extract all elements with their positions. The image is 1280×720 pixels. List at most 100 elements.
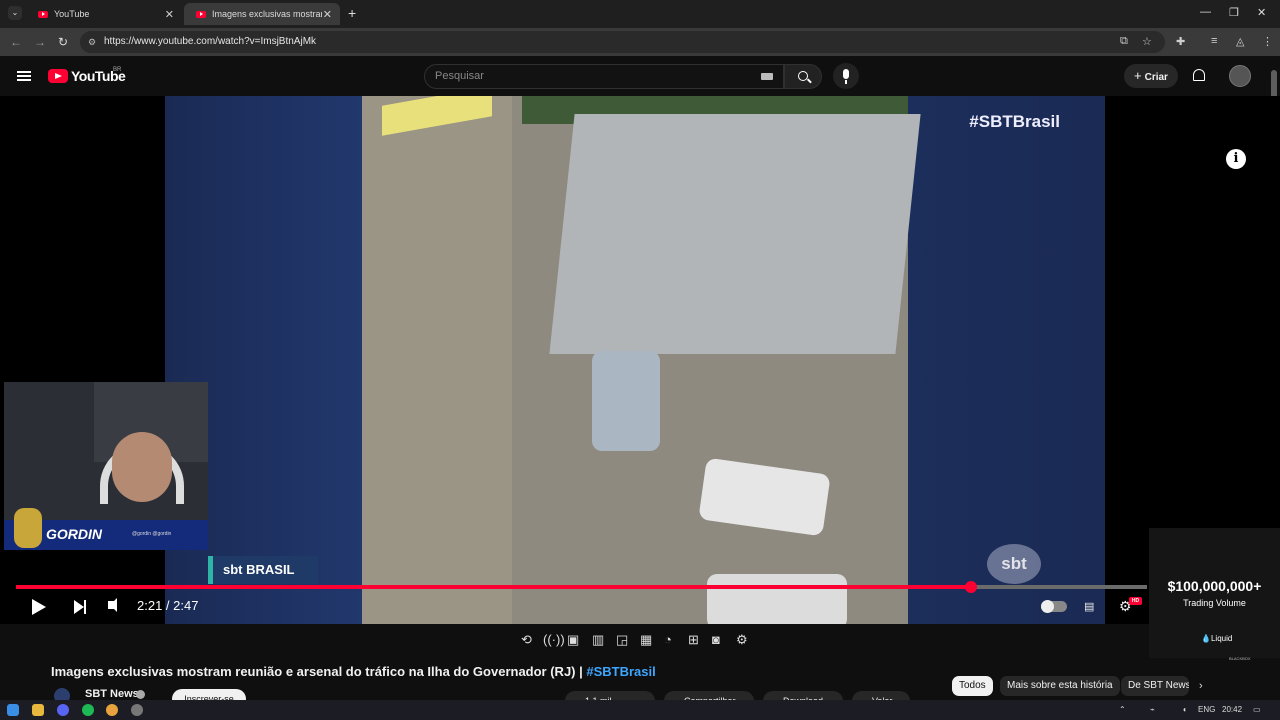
clock[interactable]: 20:42 [1222, 705, 1242, 714]
create-button[interactable]: + Criar [1124, 64, 1178, 88]
tab-video[interactable]: Imagens exclusivas mostram re ✕ [184, 3, 340, 25]
drop-icon: 💧 [1201, 634, 1211, 643]
hamburger-menu-icon[interactable] [17, 71, 31, 81]
keyboard-icon[interactable] [761, 73, 773, 80]
chrome-icon[interactable] [106, 704, 118, 716]
next-video-icon[interactable] [74, 600, 86, 614]
close-tab-icon[interactable]: ✕ [323, 8, 332, 21]
discord-icon[interactable] [57, 704, 69, 716]
subtitles-icon[interactable]: ▤ [1084, 600, 1094, 613]
forward-icon[interactable]: → [34, 35, 46, 49]
search-button[interactable] [784, 64, 822, 89]
spotify-icon[interactable] [82, 704, 94, 716]
browser-tab-bar: ⌄ YouTube ✕ Imagens exclusivas mostram r… [0, 0, 1280, 28]
chip-mais-sobre[interactable]: Mais sobre esta história [1000, 676, 1120, 696]
info-icon[interactable]: i [1226, 149, 1246, 169]
scene-car [698, 457, 831, 537]
network-icon[interactable]: ⌁ [1150, 705, 1155, 714]
aerial-footage [362, 96, 921, 624]
youtube-favicon-icon [38, 10, 48, 18]
minimize-icon[interactable]: — [1200, 6, 1211, 18]
hd-badge: HD [1129, 597, 1142, 605]
create-label: Criar [1144, 72, 1168, 83]
address-bar-row: ← → ↻ ⚙ https://www.youtube.com/watch?v=… [0, 28, 1280, 56]
tab-label: YouTube [54, 9, 90, 19]
streamer-nameplate: GORDIN @gordin @gordin [4, 508, 208, 550]
extension-toolbar: ⟲ ((·)) ▣ ▥ ◲ ▦ ◔ ⊞ ◙ ⚙ [505, 629, 765, 653]
scene-wall [362, 96, 512, 624]
play-icon[interactable] [32, 599, 46, 615]
windows-taskbar: ⌃ ⌁ ◖ ENG 20:42 ▭ [0, 700, 1280, 720]
file-explorer-icon[interactable] [32, 704, 44, 716]
mini-player-icon[interactable]: ▦ [640, 632, 652, 648]
account-avatar[interactable] [1229, 65, 1251, 87]
streamer-face [112, 432, 172, 502]
speed-icon[interactable]: ◔ [664, 632, 672, 647]
search-placeholder: Pesquisar [435, 70, 484, 82]
add-icon[interactable]: ⊞ [688, 632, 699, 648]
youtube-logo-icon[interactable] [48, 69, 68, 83]
cinema-icon[interactable]: ▥ [592, 632, 604, 648]
media-controls-icon[interactable]: ≡ [1211, 35, 1217, 47]
screenshot-icon[interactable]: ◙ [712, 632, 720, 647]
youtube-favicon-icon [196, 10, 206, 18]
chip-de-sbt-news[interactable]: De SBT News [1121, 676, 1189, 696]
watch-graphic [14, 508, 42, 548]
autoplay-toggle[interactable] [1041, 600, 1067, 613]
notifications-bell-icon[interactable] [1193, 69, 1205, 81]
tab-list-dropdown-icon[interactable]: ⌄ [8, 6, 22, 20]
loop-icon[interactable]: ⟲ [521, 632, 532, 648]
video-title: Imagens exclusivas mostram reunião e ars… [51, 664, 656, 679]
video-title-hashtag[interactable]: #SBTBrasil [586, 664, 655, 679]
url-text: https://www.youtube.com/watch?v=ImsjBtnA… [104, 36, 317, 47]
ad-caption: Trading Volume [1183, 598, 1246, 608]
language-indicator[interactable]: ENG [1198, 705, 1215, 714]
search-input[interactable]: Pesquisar [424, 64, 784, 89]
tab-label: Imagens exclusivas mostram re [212, 9, 322, 19]
volume-icon[interactable] [108, 598, 117, 612]
progress-scrubber[interactable] [964, 581, 977, 593]
windows-start-icon[interactable] [7, 704, 19, 716]
sbt-brasil-tag: sbt BRASIL [208, 556, 318, 584]
profile-icon[interactable]: ◬ [1236, 35, 1244, 48]
pip-icon[interactable]: ◲ [616, 632, 628, 648]
back-icon[interactable]: ← [10, 35, 22, 49]
scene-car [707, 574, 847, 624]
ad-panel[interactable]: $100,000,000+ Trading Volume 💧Liquid BLA… [1149, 528, 1280, 661]
channel-name[interactable]: SBT News [85, 688, 139, 700]
notifications-icon[interactable]: ▭ [1253, 705, 1261, 714]
bookmark-star-icon[interactable]: ☆ [1142, 35, 1152, 48]
install-icon[interactable]: ⧉ [1120, 35, 1128, 48]
video-title-text: Imagens exclusivas mostram reunião e ars… [51, 664, 583, 679]
streamer-handle: @gordin @gordin [132, 531, 172, 537]
tab-youtube[interactable]: YouTube ✕ [26, 3, 182, 25]
reload-icon[interactable]: ↻ [58, 35, 68, 49]
progress-bar[interactable] [16, 581, 1147, 593]
extensions-icon[interactable]: ✚ [1176, 35, 1185, 48]
close-tab-icon[interactable]: ✕ [165, 8, 174, 21]
video-frame[interactable]: #SBTBrasil sbt sbt BRASIL [165, 96, 1105, 624]
chevron-right-icon[interactable]: › [1199, 680, 1203, 692]
progress-played [16, 585, 971, 589]
menu-icon[interactable]: ⋮ [1262, 35, 1273, 48]
close-window-icon[interactable]: ✕ [1257, 6, 1266, 19]
video-overlay-hashtag: #SBTBrasil [969, 112, 1060, 131]
voice-search-icon[interactable] [833, 63, 859, 89]
url-field[interactable]: ⚙ https://www.youtube.com/watch?v=ImsjBt… [80, 31, 1165, 53]
restore-icon[interactable]: ❐ [1229, 6, 1239, 19]
ad-brand-label: Liquid [1210, 634, 1233, 643]
volume-tray-icon[interactable]: ◖ [1182, 705, 1187, 714]
tray-overflow-icon[interactable]: ⌃ [1119, 705, 1126, 714]
new-tab-button[interactable]: + [348, 5, 356, 21]
ad-amount: $100,000,000+ [1167, 578, 1262, 594]
site-info-icon[interactable]: ⚙ [88, 31, 96, 53]
settings-icon[interactable]: ⚙ [736, 632, 748, 648]
app-icon[interactable] [131, 704, 143, 716]
region-code: BR [113, 67, 122, 73]
preview-icon[interactable]: ▣ [567, 632, 579, 648]
audio-icon[interactable]: ((·)) [543, 632, 565, 647]
chip-todos[interactable]: Todos [952, 676, 993, 696]
video-player[interactable]: #SBTBrasil sbt sbt BRASIL i GORDIN @gord… [0, 96, 1280, 624]
streamer-webcam: GORDIN @gordin @gordin [4, 382, 208, 550]
ad-logo: BLACKBOX [1229, 656, 1251, 661]
